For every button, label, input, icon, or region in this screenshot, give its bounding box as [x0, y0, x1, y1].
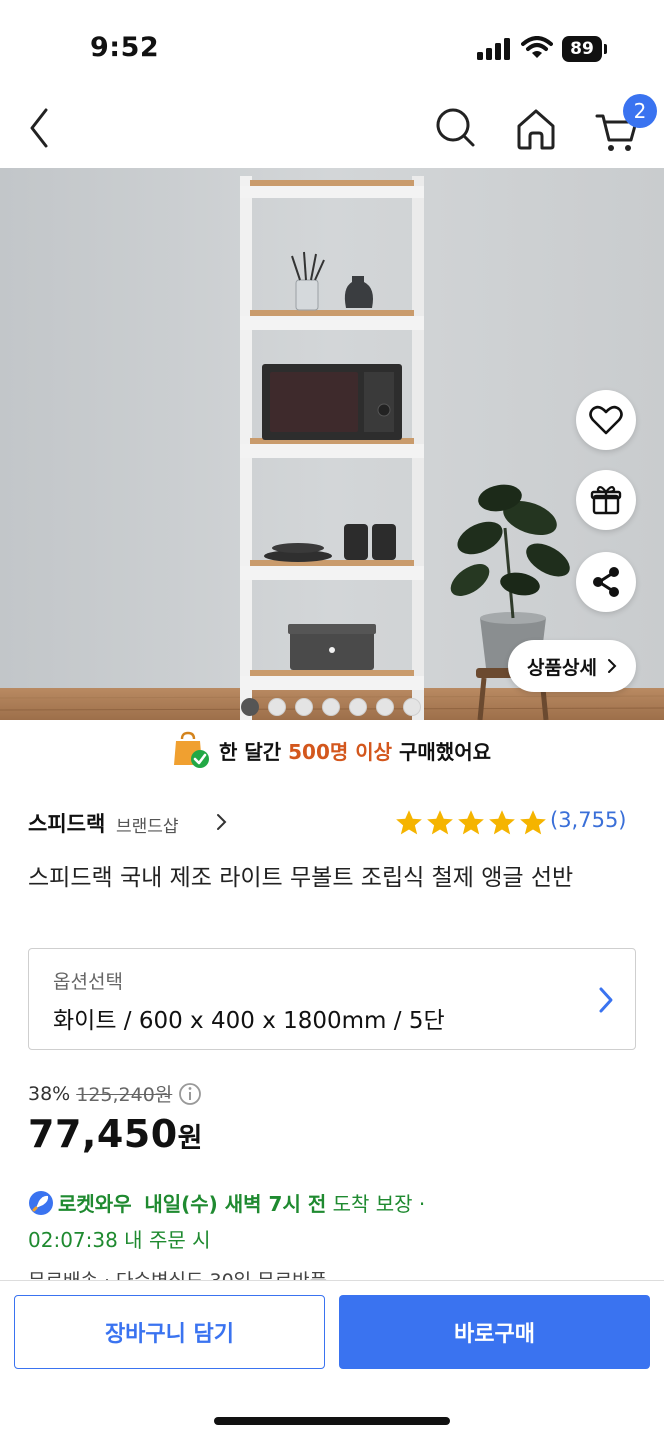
review-count-link[interactable]: (3,755): [550, 808, 627, 832]
delivery-info: 로켓와우 내일(수) 새벽 7시 전 도착 보장 · 02:07:38 내 주문…: [28, 1186, 648, 1258]
pagination-dot[interactable]: [376, 698, 394, 716]
currency-unit: 원: [177, 1123, 203, 1154]
gift-button[interactable]: [576, 470, 636, 530]
buy-now-button[interactable]: 바로구매: [339, 1295, 650, 1369]
option-value: 화이트 / 600 x 400 x 1800mm / 5단: [53, 1008, 445, 1034]
product-image[interactable]: [0, 168, 664, 720]
image-pagination[interactable]: [241, 698, 421, 716]
pagination-dot[interactable]: [268, 698, 286, 716]
option-label: 옵션선택: [53, 971, 123, 993]
purchase-banner-highlight: 500명 이상: [288, 739, 393, 764]
rocket-wow-badge: 로켓와우: [58, 1192, 132, 1216]
home-icon[interactable]: [514, 100, 558, 156]
back-arrow-icon[interactable]: [24, 100, 54, 156]
gift-icon: [590, 485, 622, 515]
wifi-icon: [521, 36, 553, 58]
delivery-eta: 내일(수) 새벽 7시 전: [144, 1192, 327, 1216]
pagination-dot[interactable]: [322, 698, 340, 716]
star-icon: [396, 810, 422, 835]
status-time: 9:52: [90, 32, 160, 63]
status-bar: 9:52 89: [0, 0, 664, 90]
pagination-dot[interactable]: [349, 698, 367, 716]
pagination-dot[interactable]: [295, 698, 313, 716]
order-countdown-suffix: 내 주문 시: [117, 1228, 211, 1252]
product-detail-button[interactable]: 상품상세: [508, 640, 636, 692]
star-icon: [520, 810, 546, 835]
top-nav: [0, 90, 664, 168]
home-indicator: [214, 1417, 450, 1425]
battery-level: 89: [562, 36, 602, 62]
brand-shop-link[interactable]: 브랜드샵: [116, 812, 179, 837]
sale-price: 77,450원: [28, 1112, 203, 1156]
shopping-bag-check-icon: [173, 731, 209, 768]
star-icon: [489, 810, 515, 835]
share-button[interactable]: [576, 552, 636, 612]
order-countdown: 02:07:38: [28, 1228, 118, 1252]
chevron-right-icon: [599, 987, 613, 1013]
purchase-banner-prefix: 한 달간: [218, 739, 289, 764]
product-title: 스피드랙 국내 제조 라이트 무볼트 조립식 철제 앵글 선반: [28, 865, 574, 891]
product-detail-label: 상품상세: [527, 656, 597, 679]
purchase-banner-suffix: 구매했어요: [392, 739, 492, 764]
original-price: 125,240원: [76, 1084, 173, 1106]
option-selector[interactable]: 옵션선택 화이트 / 600 x 400 x 1800mm / 5단: [28, 948, 636, 1050]
rating-stars: [394, 808, 548, 836]
pagination-dot[interactable]: [241, 698, 259, 716]
discount-row: 38% 125,240원: [28, 1080, 202, 1107]
wishlist-button[interactable]: [576, 390, 636, 450]
bottom-action-bar: 장바구니 담기 바로구매: [0, 1280, 664, 1440]
brand-name[interactable]: 스피드랙: [28, 808, 105, 838]
shelf-photo: [0, 168, 664, 720]
shipping-return-info: 무료배송 · 다수변심도 30일 무료반품: [28, 1266, 648, 1280]
pagination-dot[interactable]: [403, 698, 421, 716]
search-icon[interactable]: [432, 100, 480, 156]
chevron-right-icon: [217, 814, 227, 830]
heart-icon: [589, 405, 623, 435]
purchase-count-banner: 한 달간 500명 이상 구매했어요: [0, 722, 664, 778]
add-to-cart-button[interactable]: 장바구니 담기: [14, 1295, 325, 1369]
cart-count-badge: 2: [623, 94, 657, 128]
brand-row: 스피드랙 브랜드샵 (3,755): [28, 804, 636, 840]
star-icon: [458, 810, 484, 835]
cellular-signal-icon: [477, 38, 510, 60]
rocket-icon: [29, 1191, 53, 1215]
star-icon: [427, 810, 453, 835]
share-icon: [593, 567, 619, 597]
battery-icon: 89: [562, 36, 608, 62]
chevron-right-icon: [607, 659, 617, 673]
info-icon[interactable]: [178, 1082, 202, 1106]
sale-price-amount: 77,450: [28, 1112, 178, 1156]
discount-percent: 38%: [28, 1082, 71, 1105]
delivery-eta-suffix: 도착 보장 ·: [326, 1192, 426, 1216]
